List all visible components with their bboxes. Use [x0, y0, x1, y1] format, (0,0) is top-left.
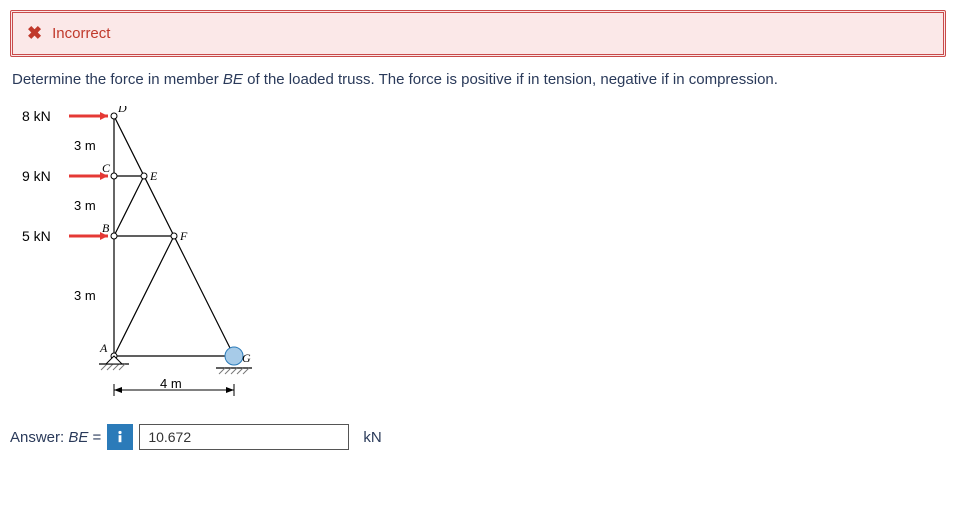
x-icon: ✖ — [27, 23, 42, 44]
svg-text:3 m: 3 m — [74, 138, 96, 153]
svg-text:E: E — [149, 169, 158, 183]
svg-text:G: G — [242, 351, 251, 365]
svg-text:A: A — [99, 341, 108, 355]
answer-row: Answer: BE = kN — [10, 424, 946, 450]
svg-text:B: B — [102, 221, 110, 235]
load-arrow-D — [69, 112, 108, 120]
svg-text:3 m: 3 m — [74, 288, 96, 303]
svg-text:3 m: 3 m — [74, 198, 96, 213]
svg-text:5 kN: 5 kN — [22, 228, 51, 244]
svg-text:9 kN: 9 kN — [22, 168, 51, 184]
info-icon — [114, 430, 126, 444]
info-button[interactable] — [107, 424, 133, 450]
svg-text:4 m: 4 m — [160, 376, 182, 391]
status-alert: ✖ Incorrect — [10, 10, 946, 57]
answer-unit: kN — [363, 429, 381, 446]
status-text: Incorrect — [52, 25, 110, 42]
truss-diagram: 8 kN 9 kN 5 kN 3 m 3 m 3 m D C B A E F G… — [14, 106, 946, 406]
svg-text:8 kN: 8 kN — [22, 108, 51, 124]
answer-label: Answer: BE = — [10, 429, 101, 446]
answer-input[interactable] — [139, 424, 349, 450]
svg-text:C: C — [102, 161, 111, 175]
svg-text:D: D — [117, 106, 127, 115]
question-text: Determine the force in member BE of the … — [12, 71, 944, 88]
svg-text:F: F — [179, 229, 188, 243]
